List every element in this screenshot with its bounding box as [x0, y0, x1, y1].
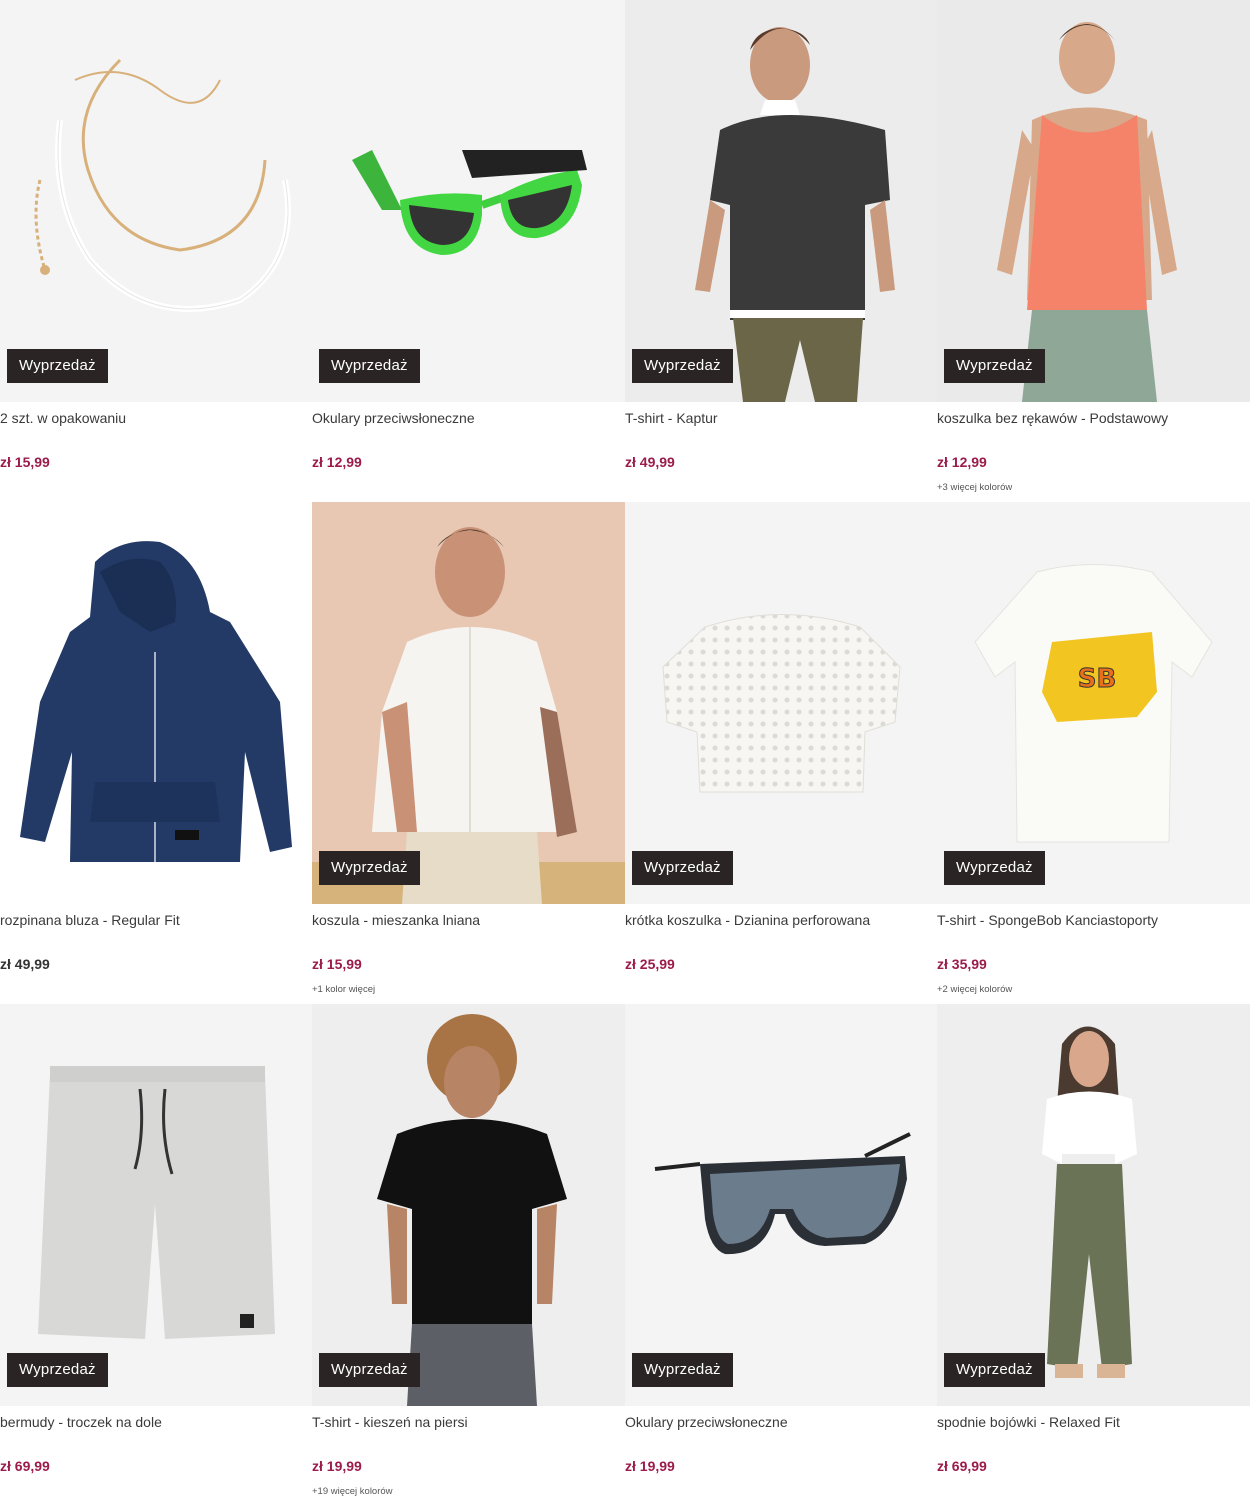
product-image[interactable]: [0, 502, 312, 904]
product-card[interactable]: Wyprzedaż T-shirt - kieszeń na piersi zł…: [312, 1004, 625, 1506]
sale-badge[interactable]: Wyprzedaż: [632, 1353, 733, 1387]
product-image[interactable]: [625, 1004, 937, 1406]
product-image[interactable]: [0, 0, 312, 402]
product-title[interactable]: T-shirt - Kaptur: [625, 410, 937, 426]
product-image[interactable]: [312, 0, 625, 402]
more-colors[interactable]: +2 więcej kolorów: [937, 984, 1012, 995]
sale-badge[interactable]: Wyprzedaż: [944, 1353, 1045, 1387]
product-title[interactable]: Okulary przeciwsłoneczne: [312, 410, 625, 426]
product-title[interactable]: T-shirt - kieszeń na piersi: [312, 1414, 625, 1430]
product-price: zł 25,99: [625, 956, 675, 972]
product-card[interactable]: Wyprzedaż 2 szt. w opakowaniu zł 15,99: [0, 0, 312, 502]
sale-badge[interactable]: Wyprzedaż: [944, 349, 1045, 383]
product-price: zł 49,99: [0, 956, 50, 972]
product-price: zł 12,99: [937, 454, 987, 470]
product-price: zł 35,99: [937, 956, 987, 972]
sale-badge[interactable]: Wyprzedaż: [319, 851, 420, 885]
product-price: zł 69,99: [937, 1458, 987, 1474]
product-image[interactable]: [312, 502, 625, 904]
more-colors[interactable]: +1 kolor więcej: [312, 984, 375, 995]
product-price: zł 69,99: [0, 1458, 50, 1474]
product-price: zł 49,99: [625, 454, 675, 470]
product-title[interactable]: krótka koszulka - Dzianina perforowana: [625, 912, 937, 928]
sale-badge[interactable]: Wyprzedaż: [7, 1353, 108, 1387]
product-title[interactable]: koszula - mieszanka lniana: [312, 912, 625, 928]
sale-badge[interactable]: Wyprzedaż: [7, 349, 108, 383]
product-image[interactable]: [312, 1004, 625, 1406]
product-price: zł 15,99: [0, 454, 50, 470]
product-grid: Wyprzedaż 2 szt. w opakowaniu zł 15,99 W…: [0, 0, 1250, 1506]
product-image[interactable]: SB: [937, 502, 1250, 904]
sale-badge[interactable]: Wyprzedaż: [319, 1353, 420, 1387]
product-card[interactable]: Wyprzedaż spodnie bojówki - Relaxed Fit …: [937, 1004, 1250, 1506]
product-image[interactable]: [0, 1004, 312, 1406]
product-title[interactable]: bermudy - troczek na dole: [0, 1414, 312, 1430]
more-colors[interactable]: +3 więcej kolorów: [937, 482, 1012, 493]
product-title[interactable]: koszulka bez rękawów - Podstawowy: [937, 410, 1250, 426]
product-card[interactable]: Wyprzedaż Okulary przeciwsłoneczne zł 12…: [312, 0, 625, 502]
more-colors[interactable]: +19 więcej kolorów: [312, 1486, 393, 1497]
product-title[interactable]: spodnie bojówki - Relaxed Fit: [937, 1414, 1250, 1430]
product-title[interactable]: T-shirt - SpongeBob Kanciastoporty: [937, 912, 1250, 928]
sale-badge[interactable]: Wyprzedaż: [632, 851, 733, 885]
sale-badge[interactable]: Wyprzedaż: [944, 851, 1045, 885]
product-image[interactable]: [937, 1004, 1250, 1406]
product-image[interactable]: [937, 0, 1250, 402]
product-price: zł 19,99: [312, 1458, 362, 1474]
product-price: zł 15,99: [312, 956, 362, 972]
sale-badge[interactable]: Wyprzedaż: [319, 349, 420, 383]
product-card[interactable]: SB Wyprzedaż T-shirt - SpongeBob Kancias…: [937, 502, 1250, 1004]
sale-badge[interactable]: Wyprzedaż: [632, 349, 733, 383]
product-image[interactable]: [625, 502, 937, 904]
product-title[interactable]: rozpinana bluza - Regular Fit: [0, 912, 312, 928]
product-price: zł 19,99: [625, 1458, 675, 1474]
product-title[interactable]: Okulary przeciwsłoneczne: [625, 1414, 937, 1430]
product-card[interactable]: Wyprzedaż T-shirt - Kaptur zł 49,99: [625, 0, 937, 502]
product-price: zł 12,99: [312, 454, 362, 470]
product-card[interactable]: Wyprzedaż krótka koszulka - Dzianina per…: [625, 502, 937, 1004]
product-card[interactable]: rozpinana bluza - Regular Fit zł 49,99: [0, 502, 312, 1004]
product-title[interactable]: 2 szt. w opakowaniu: [0, 410, 312, 426]
product-image[interactable]: [625, 0, 937, 402]
svg-text:SB: SB: [1078, 664, 1117, 694]
product-card[interactable]: Wyprzedaż Okulary przeciwsłoneczne zł 19…: [625, 1004, 937, 1506]
product-card[interactable]: Wyprzedaż bermudy - troczek na dole zł 6…: [0, 1004, 312, 1506]
product-card[interactable]: Wyprzedaż koszula - mieszanka lniana zł …: [312, 502, 625, 1004]
product-card[interactable]: Wyprzedaż koszulka bez rękawów - Podstaw…: [937, 0, 1250, 502]
